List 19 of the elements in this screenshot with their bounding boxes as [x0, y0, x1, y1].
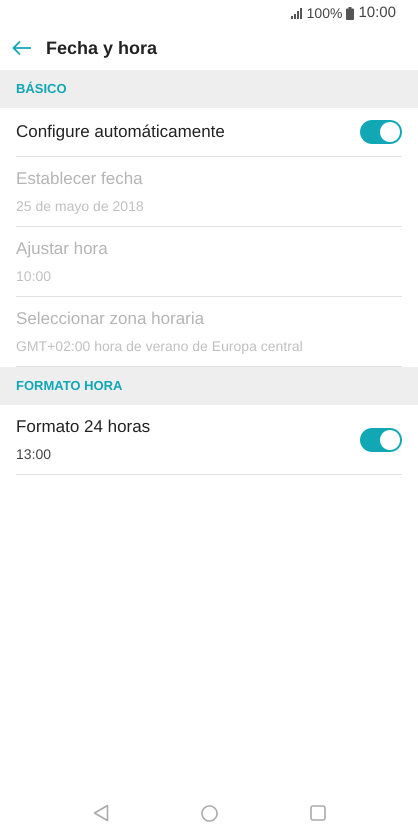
toggle-switch[interactable]: [360, 428, 402, 452]
section-header: FORMATO HORA: [16, 377, 122, 396]
battery-icon: [346, 6, 354, 20]
clock: 10:00: [358, 2, 396, 23]
toggle-switch[interactable]: [360, 120, 402, 144]
recents-nav-icon[interactable]: [310, 805, 326, 821]
back-nav-icon[interactable]: [92, 804, 108, 822]
signal-icon: [290, 8, 303, 18]
setting-label[interactable]: Configure automáticamente: [16, 119, 225, 145]
setting-summary: 13:00: [16, 444, 52, 464]
setting-summary: 25 de mayo de 2018: [16, 196, 144, 216]
section-header: BÁSICO: [16, 80, 67, 98]
battery-percentage: 100%: [306, 4, 342, 22]
setting-label[interactable]: Formato 24 horas: [16, 414, 150, 440]
setting-summary: 10:00: [16, 266, 52, 286]
setting-summary: GMT+02:00 hora de verano de Europa central: [16, 336, 303, 356]
page-title: Fecha y hora: [46, 36, 158, 60]
back-arrow-icon[interactable]: [12, 40, 32, 56]
home-nav-icon[interactable]: [200, 804, 218, 822]
